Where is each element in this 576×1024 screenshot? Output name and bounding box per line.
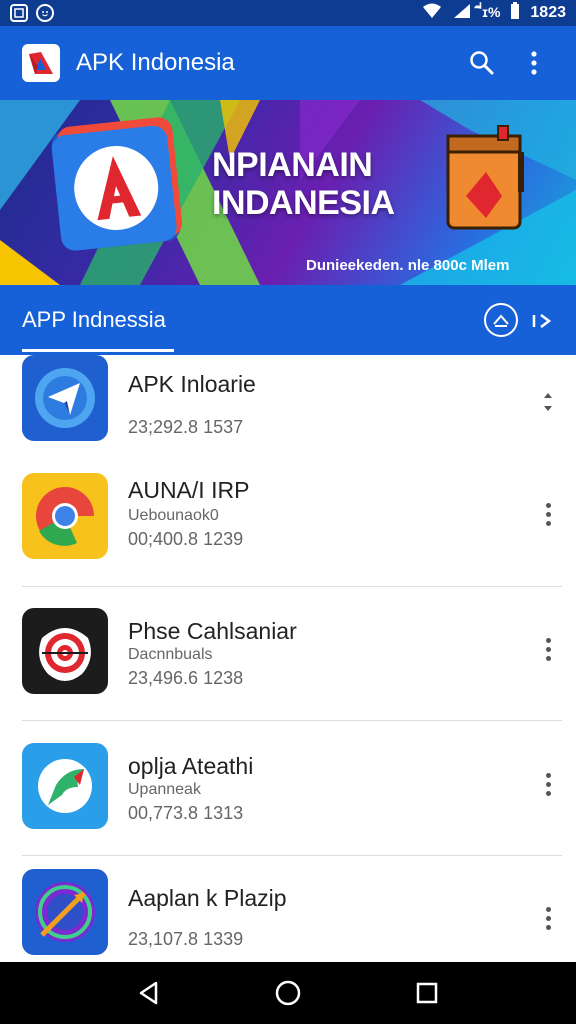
next-tab-button[interactable]	[530, 307, 558, 335]
list-item[interactable]: APK Inloarie 23;292.8 1537	[0, 355, 576, 465]
item-more-button[interactable]	[536, 387, 560, 417]
more-vert-icon	[531, 51, 537, 75]
item-more-button[interactable]	[536, 634, 560, 664]
notification-app-icon	[10, 4, 28, 22]
status-indicators: ี่ɪ% 1823	[422, 1, 566, 25]
back-icon	[140, 981, 158, 1005]
banner-heading-line1: NPIANAIN	[212, 146, 373, 184]
notification-smile-icon	[36, 4, 54, 22]
app-name: Aaplan k Plazip	[128, 885, 287, 911]
list-item[interactable]: Phse Cahlsaniar Dacnnbuals 23,496.6 1238	[0, 608, 576, 720]
signal-icon	[452, 3, 472, 24]
chrome-style-icon	[22, 473, 108, 559]
status-notifications	[10, 4, 54, 22]
banner-heading-line2: INDANESIA	[212, 184, 395, 222]
app-developer: Uebounaok0	[128, 507, 219, 524]
app-name: AUNA/I IRP	[128, 477, 250, 503]
battery-icon	[510, 1, 520, 25]
filter-button[interactable]	[484, 303, 518, 337]
list-item[interactable]: oplja Ateathi Upanneak 00,773.8 1313	[0, 743, 576, 855]
banner-subtitle: Dunieekeden. nle 800c Mlem	[306, 257, 510, 274]
search-icon	[470, 51, 494, 75]
app-title: APK Indonesia	[76, 49, 235, 76]
overflow-menu-button[interactable]	[514, 43, 554, 83]
app-bar: APK Indonesia	[0, 26, 576, 100]
banner-heading: NPIANAIN INDANESIA	[212, 146, 432, 222]
battery-percent: ี่ɪ%	[482, 4, 501, 20]
bird-style-icon	[22, 743, 108, 829]
back-button[interactable]	[129, 973, 169, 1013]
app-meta: 23,107.8 1339	[128, 929, 244, 949]
home-button[interactable]	[268, 973, 308, 1013]
app-developer: Upanneak	[128, 781, 201, 798]
home-icon	[275, 980, 301, 1006]
tab-active-indicator	[22, 349, 174, 352]
list-divider	[22, 720, 562, 721]
list-divider	[22, 855, 562, 856]
list-divider	[22, 586, 562, 587]
item-more-button[interactable]	[536, 499, 560, 529]
banner-package-icon	[446, 125, 524, 230]
list-item[interactable]: Aaplan k Plazip 23,107.8 1339	[0, 869, 576, 962]
app-meta: 00;400.8 1239	[128, 529, 244, 549]
status-time: 1823	[530, 4, 566, 21]
tab-bar: APP Indnessia	[0, 285, 576, 355]
tab-app-indonesia[interactable]: APP Indnessia	[22, 307, 166, 333]
app-meta: 23,496.6 1238	[128, 668, 244, 688]
wifi-icon	[422, 3, 442, 24]
item-more-button[interactable]	[536, 769, 560, 799]
app-name: oplja Ateathi	[128, 753, 254, 779]
arrow-circle-icon	[22, 869, 108, 955]
app-name: Phse Cahlsaniar	[128, 618, 297, 644]
status-bar: ี่ɪ% 1823	[0, 0, 576, 26]
app-meta: 00,773.8 1313	[128, 803, 244, 823]
target-style-icon	[22, 608, 108, 694]
app-name: APK Inloarie	[128, 371, 256, 397]
system-nav-bar	[0, 962, 576, 1024]
telegram-style-icon	[22, 355, 108, 441]
app-list: APK Inloarie 23;292.8 1537 AUNA/I IRP Ue…	[0, 355, 576, 962]
promo-banner[interactable]: NPIANAIN INDANESIA Dunieekeden. nle 800c…	[0, 100, 576, 285]
more-vert-icon	[544, 393, 552, 411]
banner-app-logo-icon	[51, 117, 183, 251]
recents-icon	[416, 982, 437, 1004]
recents-button[interactable]	[407, 973, 447, 1013]
chevron-right-icon	[532, 314, 552, 328]
list-item[interactable]: AUNA/I IRP Uebounaok0 00;400.8 1239	[0, 473, 576, 585]
search-button[interactable]	[462, 43, 502, 83]
app-developer: Dacnnbuals	[128, 646, 213, 663]
app-logo-icon	[22, 44, 60, 82]
item-more-button[interactable]	[536, 903, 560, 933]
filter-icon	[493, 314, 509, 327]
app-meta: 23;292.8 1537	[128, 417, 244, 437]
